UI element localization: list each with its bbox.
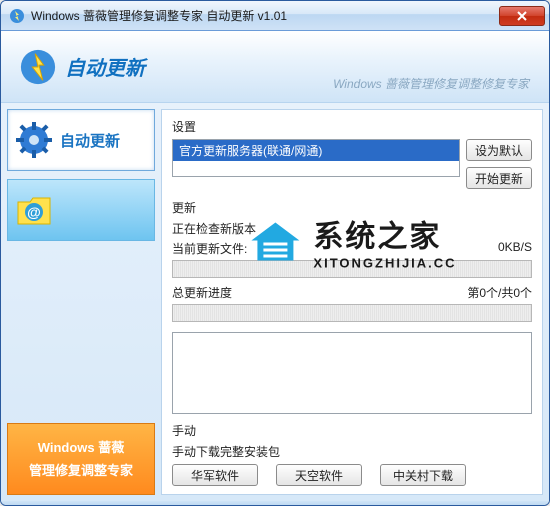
- sidebar: 自动更新 @ Windows 蔷薇 管理修复调整专家: [7, 109, 155, 495]
- total-progress-bar: [172, 304, 532, 322]
- lightning-icon: [19, 48, 57, 86]
- body: 自动更新 @ Windows 蔷薇 管理修复调整专家 设置 官方更新服务器(联通…: [1, 103, 549, 501]
- sidebar-banner[interactable]: Windows 蔷薇 管理修复调整专家: [7, 423, 155, 495]
- settings-label: 设置: [172, 118, 532, 135]
- file-progress-bar: [172, 260, 532, 278]
- huajun-button[interactable]: 华军软件: [172, 464, 258, 486]
- gear-icon: [16, 122, 52, 158]
- checking-text: 正在检查新版本: [172, 220, 532, 237]
- window-title: Windows 蔷薇管理修复调整专家 自动更新 v1.01: [31, 7, 499, 24]
- sidebar-tab-auto-update[interactable]: 自动更新: [7, 109, 155, 171]
- total-progress-label: 总更新进度: [172, 284, 232, 301]
- header: 自动更新 Windows 蔷薇管理修复调整修复专家: [1, 31, 549, 103]
- server-selected-option: 官方更新服务器(联通/网通): [173, 140, 459, 161]
- header-title: 自动更新: [65, 52, 145, 81]
- header-subtitle: Windows 蔷薇管理修复调整修复专家: [333, 75, 529, 92]
- server-select[interactable]: 官方更新服务器(联通/网通): [172, 139, 460, 177]
- manual-button-row: 华军软件 天空软件 中关村下载: [172, 464, 532, 486]
- speed-value: 0KB/S: [498, 240, 532, 257]
- svg-text:@: @: [27, 204, 41, 220]
- sidebar-tab-secondary[interactable]: @: [7, 179, 155, 241]
- start-update-button[interactable]: 开始更新: [466, 167, 532, 189]
- current-file-row: 当前更新文件: 0KB/S: [172, 240, 532, 257]
- main-panel: 设置 官方更新服务器(联通/网通) 设为默认 开始更新 更新 正在检查新版本 当…: [161, 109, 543, 495]
- bottom-border: [1, 501, 549, 506]
- current-file-label: 当前更新文件:: [172, 240, 247, 257]
- log-box[interactable]: [172, 332, 532, 414]
- banner-line1: Windows 蔷薇: [38, 436, 125, 459]
- manual-desc-text: 手动下载完整安装包: [172, 443, 280, 460]
- checking-label: 正在检查新版本: [172, 220, 256, 237]
- manual-label: 手动: [172, 422, 532, 439]
- close-icon: [517, 11, 527, 21]
- sidebar-tab-label: 自动更新: [60, 130, 120, 151]
- settings-buttons: 设为默认 开始更新: [466, 139, 532, 189]
- set-default-button[interactable]: 设为默认: [466, 139, 532, 161]
- app-icon: [9, 8, 25, 24]
- manual-desc: 手动下载完整安装包: [172, 443, 532, 460]
- total-progress-value: 第0个/共0个: [467, 284, 532, 301]
- settings-row: 官方更新服务器(联通/网通) 设为默认 开始更新: [172, 139, 532, 189]
- total-progress-row: 总更新进度 第0个/共0个: [172, 284, 532, 301]
- titlebar: Windows 蔷薇管理修复调整专家 自动更新 v1.01: [1, 1, 549, 31]
- zgc-button[interactable]: 中关村下载: [380, 464, 466, 486]
- update-label: 更新: [172, 199, 532, 216]
- update-section: 更新 正在检查新版本 当前更新文件: 0KB/S 总更新进度 第0个/共0个: [172, 199, 532, 328]
- manual-section: 手动 手动下载完整安装包 华军软件 天空软件 中关村下载: [172, 422, 532, 486]
- banner-line2: 管理修复调整专家: [29, 459, 133, 482]
- close-button[interactable]: [499, 6, 545, 26]
- tiankong-button[interactable]: 天空软件: [276, 464, 362, 486]
- at-folder-icon: @: [16, 192, 52, 228]
- app-window: Windows 蔷薇管理修复调整专家 自动更新 v1.01 自动更新 Windo…: [0, 0, 550, 506]
